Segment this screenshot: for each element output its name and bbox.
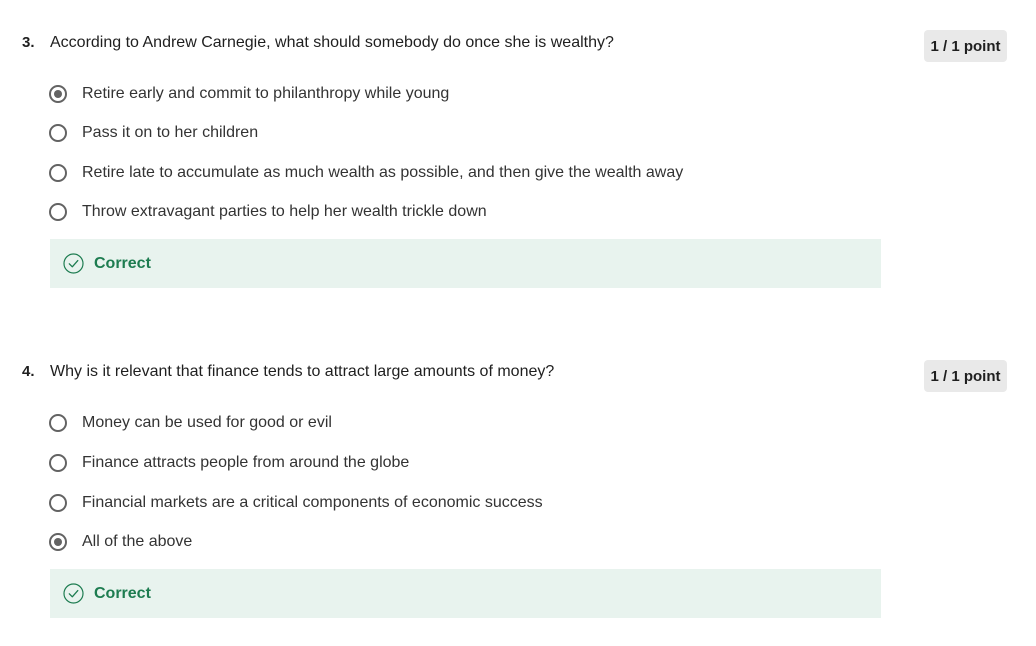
radio-button-selected[interactable] (49, 533, 67, 551)
question-text: According to Andrew Carnegie, what shoul… (50, 34, 614, 51)
radio-button[interactable] (49, 124, 67, 142)
points-badge: 1 / 1 point (924, 360, 1007, 392)
option-label: Pass it on to her children (82, 124, 259, 141)
answer-option[interactable]: Finance attracts people from around the … (49, 451, 409, 475)
radio-button[interactable] (49, 454, 67, 472)
check-circle-icon (63, 583, 84, 604)
check-circle-icon (63, 253, 84, 274)
radio-button[interactable] (49, 203, 67, 221)
feedback-correct: Correct (50, 569, 881, 618)
answer-option[interactable]: Financial markets are a critical compone… (49, 491, 543, 515)
points-badge: 1 / 1 point (924, 30, 1007, 62)
answer-option[interactable]: Retire early and commit to philanthropy … (49, 82, 449, 106)
feedback-label: Correct (94, 584, 151, 602)
answer-option[interactable]: Throw extravagant parties to help her we… (49, 200, 487, 224)
option-label: Finance attracts people from around the … (82, 454, 410, 471)
radio-button-selected[interactable] (49, 85, 67, 103)
radio-button[interactable] (49, 164, 67, 182)
option-label: Retire late to accumulate as much wealth… (82, 164, 684, 181)
answer-option[interactable]: Money can be used for good or evil (49, 411, 332, 435)
radio-button[interactable] (49, 494, 67, 512)
option-label: All of the above (82, 533, 193, 550)
feedback-correct: Correct (50, 239, 881, 288)
feedback-label: Correct (94, 254, 151, 272)
option-label: Retire early and commit to philanthropy … (82, 85, 450, 102)
answer-option[interactable]: All of the above (49, 530, 192, 554)
question-number: 4. (22, 363, 35, 380)
answer-option[interactable]: Retire late to accumulate as much wealth… (49, 161, 683, 185)
question-text: Why is it relevant that finance tends to… (50, 363, 555, 380)
option-label: Throw extravagant parties to help her we… (82, 203, 487, 220)
question-number: 3. (22, 34, 35, 51)
answer-option[interactable]: Pass it on to her children (49, 121, 258, 145)
option-label: Financial markets are a critical compone… (82, 494, 543, 511)
radio-button[interactable] (49, 414, 67, 432)
option-label: Money can be used for good or evil (82, 414, 332, 431)
